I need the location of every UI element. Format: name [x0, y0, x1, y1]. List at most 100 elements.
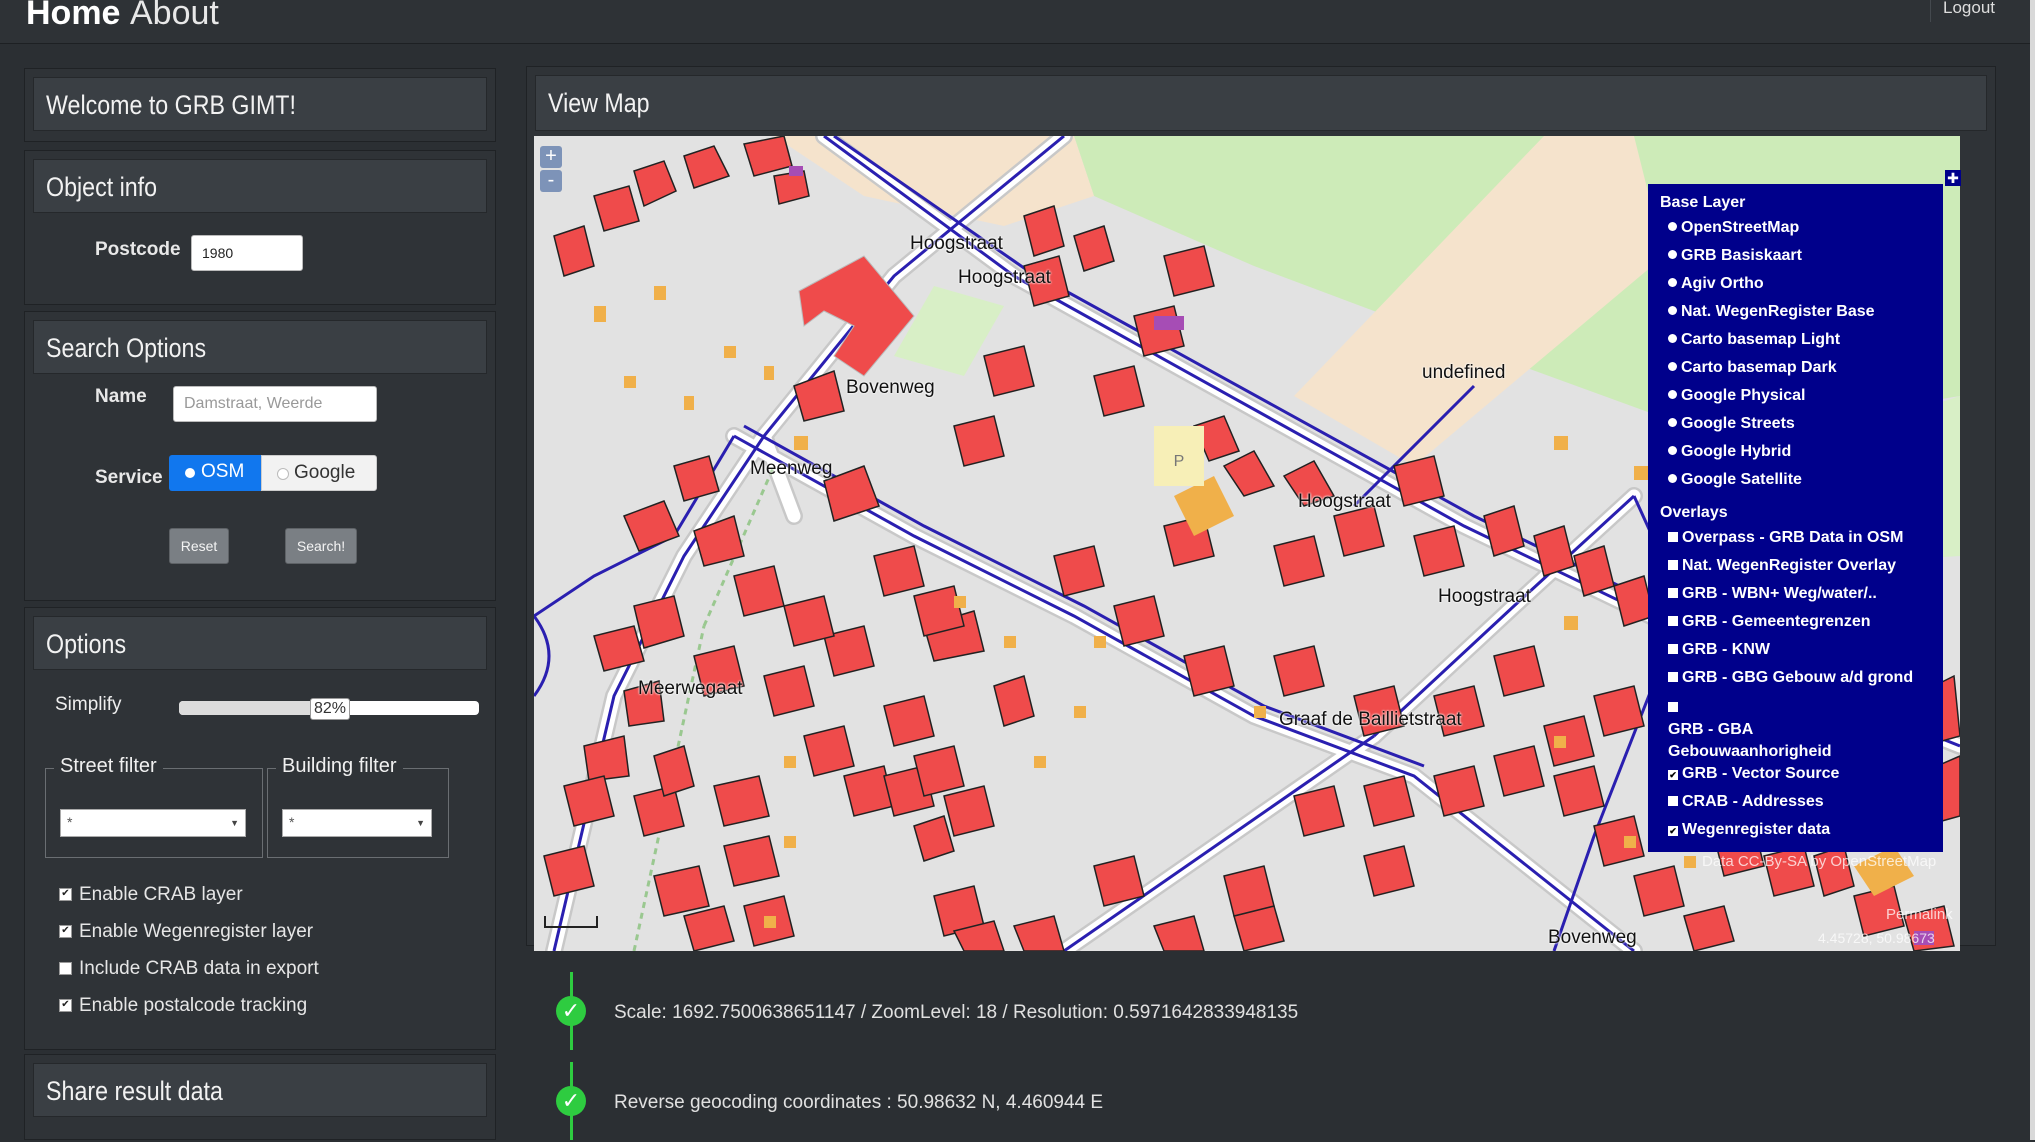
reset-button[interactable]: Reset: [169, 528, 229, 564]
map-label-bovenweg: Bovenweg: [1548, 927, 1637, 948]
zoom-in-button[interactable]: +: [540, 146, 562, 168]
checkbox[interactable]: [1668, 644, 1678, 654]
checkbox[interactable]: ✔: [1668, 826, 1678, 836]
overlay-option[interactable]: Nat. WegenRegister Overlay: [1668, 557, 1896, 575]
layer-label: Nat. WegenRegister Base: [1681, 303, 1875, 320]
layer-label: GRB - GBA Gebouwaanhorigheid: [1668, 721, 1832, 760]
top-navbar: Home About Logout: [0, 0, 2030, 44]
radio-icon[interactable]: [1668, 278, 1677, 287]
checkbox-label: Enable CRAB layer: [79, 884, 243, 905]
street-filter-select[interactable]: * ▼: [60, 809, 246, 837]
overlay-option[interactable]: GRB - GBA Gebouwaanhorigheid: [1668, 697, 1908, 763]
checkbox[interactable]: [1668, 616, 1678, 626]
overlay-option[interactable]: Overpass - GRB Data in OSM: [1668, 529, 1903, 547]
checkbox[interactable]: [1668, 796, 1678, 806]
overlay-option[interactable]: GRB - WBN+ Weg/water/..: [1668, 585, 1877, 603]
layer-label: Google Physical: [1681, 387, 1806, 404]
checkbox[interactable]: [1668, 702, 1678, 712]
radio-icon[interactable]: [1668, 306, 1677, 315]
object-info-panel: Object info Postcode 1980: [24, 150, 496, 305]
object-info-header: Object info: [33, 159, 487, 213]
checkbox[interactable]: [1668, 532, 1678, 542]
share-panel: Share result data: [24, 1054, 496, 1140]
radio-icon[interactable]: [1668, 250, 1677, 259]
layer-label: Carto basemap Light: [1681, 331, 1841, 348]
checkbox[interactable]: ✔: [59, 888, 72, 901]
page-scrollbar[interactable]: [2030, 0, 2035, 1140]
checkbox[interactable]: ✔: [59, 925, 72, 938]
radio-icon[interactable]: [1668, 362, 1677, 371]
overlay-option[interactable]: CRAB - Addresses: [1668, 793, 1824, 811]
service-osm-option[interactable]: OSM: [169, 455, 261, 491]
postcode-label: Postcode: [95, 239, 181, 260]
nav-about-link[interactable]: About: [130, 0, 219, 33]
base-layer-option[interactable]: Carto basemap Dark: [1668, 359, 1837, 377]
overlay-option[interactable]: ✔ Wegenregister data: [1668, 821, 1830, 839]
checkbox-label: Enable postalcode tracking: [79, 995, 308, 1016]
radio-icon[interactable]: [1668, 390, 1677, 399]
checkbox[interactable]: [1668, 672, 1678, 682]
search-options-header: Search Options: [33, 320, 487, 374]
postcode-field[interactable]: 1980: [191, 235, 303, 271]
scale-status-row: ✓ Scale: 1692.7500638651147 / ZoomLevel:…: [534, 972, 1954, 1052]
permalink-link[interactable]: Permalink: [1886, 906, 1953, 923]
layer-label: Carto basemap Dark: [1681, 359, 1837, 376]
geocode-status-row: ✓ Reverse geocoding coordinates : 50.986…: [534, 1062, 1954, 1142]
overlay-option[interactable]: GRB - Gemeentegrenzen: [1668, 613, 1870, 631]
overlay-option[interactable]: GRB - KNW: [1668, 641, 1770, 659]
simplify-slider-handle[interactable]: 82%: [310, 698, 350, 720]
welcome-title: Welcome to GRB GIMT!: [46, 90, 296, 120]
layer-switcher-panel: Base Layer OpenStreetMap GRB Basiskaart …: [1648, 184, 1943, 852]
name-search-input[interactable]: Damstraat, Weerde: [173, 386, 377, 422]
base-layer-option[interactable]: Carto basemap Light: [1668, 331, 1840, 349]
checkbox[interactable]: ✔: [1668, 770, 1678, 780]
logout-button[interactable]: Logout: [1930, 0, 2007, 22]
object-info-title: Object info: [46, 172, 158, 202]
overlay-option[interactable]: ✔ GRB - Vector Source: [1668, 765, 1839, 783]
radio-icon[interactable]: [1668, 418, 1677, 427]
chevron-down-icon: ▼: [230, 818, 239, 828]
radio-icon[interactable]: [1668, 446, 1677, 455]
svg-text:P: P: [1174, 453, 1185, 470]
options-title: Options: [46, 629, 127, 659]
layer-label: GRB - Vector Source: [1682, 765, 1840, 782]
scale-bar: [544, 916, 598, 928]
options-panel: Options Simplify 82% Street filter * ▼ B…: [24, 607, 496, 1050]
radio-icon[interactable]: [1668, 334, 1677, 343]
base-layer-option[interactable]: Agiv Ortho: [1668, 275, 1764, 293]
zoom-out-button[interactable]: -: [540, 170, 562, 192]
building-filter-label: Building filter: [276, 755, 403, 778]
building-filter-value: *: [289, 814, 295, 830]
checkbox[interactable]: ✔: [59, 999, 72, 1012]
overlays-header: Overlays: [1660, 504, 1728, 521]
nav-home-link[interactable]: Home: [26, 0, 120, 33]
base-layer-option[interactable]: Google Hybrid: [1668, 443, 1791, 461]
base-layer-option[interactable]: Google Satellite: [1668, 471, 1802, 489]
search-button[interactable]: Search!: [285, 528, 357, 564]
checkbox[interactable]: [1668, 588, 1678, 598]
street-filter-label: Street filter: [54, 755, 163, 778]
radio-icon[interactable]: [1668, 222, 1677, 231]
layer-switcher-toggle-icon[interactable]: ✚: [1945, 170, 1961, 186]
radio-icon[interactable]: [1668, 474, 1677, 483]
share-title: Share result data: [46, 1076, 223, 1106]
service-google-option[interactable]: Google: [261, 455, 377, 491]
simplify-slider[interactable]: 82%: [179, 698, 479, 720]
layer-label: GRB - KNW: [1682, 641, 1770, 658]
building-filter-select[interactable]: * ▼: [282, 809, 432, 837]
layer-label: OpenStreetMap: [1681, 219, 1800, 236]
checkbox[interactable]: [59, 962, 72, 975]
building-filter-group: Building filter * ▼: [267, 755, 449, 858]
view-map-title: View Map: [548, 88, 650, 118]
street-filter-value: *: [67, 814, 73, 830]
base-layer-option[interactable]: GRB Basiskaart: [1668, 247, 1802, 265]
checkbox[interactable]: [1668, 560, 1678, 570]
base-layer-option[interactable]: Google Physical: [1668, 387, 1805, 405]
scale-status-text: Scale: 1692.7500638651147 / ZoomLevel: 1…: [614, 1002, 1299, 1023]
layer-label: GRB - GBG Gebouw a/d grond: [1682, 669, 1914, 686]
layer-label: GRB - WBN+ Weg/water/..: [1682, 585, 1877, 602]
overlay-option[interactable]: GRB - GBG Gebouw a/d grond: [1668, 669, 1913, 687]
base-layer-option[interactable]: Google Streets: [1668, 415, 1795, 433]
base-layer-option[interactable]: OpenStreetMap: [1668, 219, 1799, 237]
base-layer-option[interactable]: Nat. WegenRegister Base: [1668, 303, 1875, 321]
